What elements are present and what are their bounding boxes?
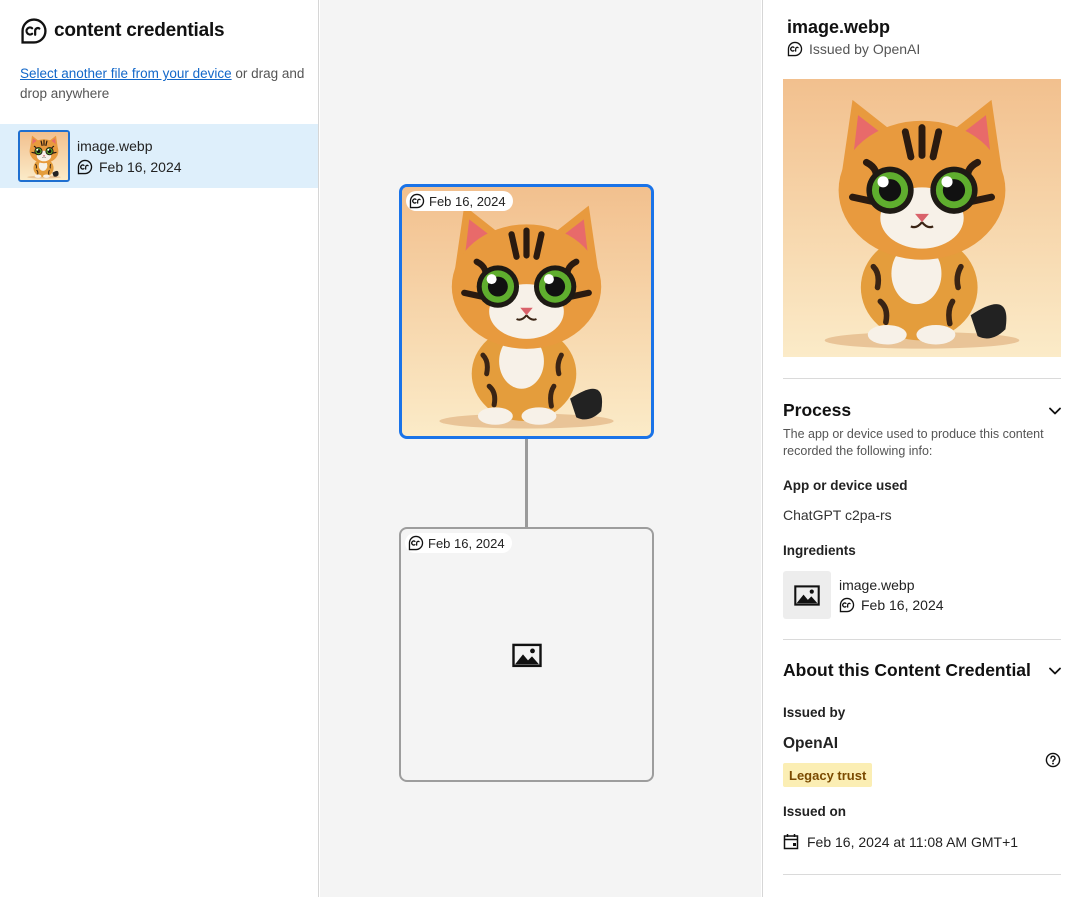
details-preview-image	[783, 79, 1061, 357]
node-date: Feb 16, 2024	[429, 193, 506, 209]
divider	[783, 874, 1061, 875]
app-used-value: ChatGPT c2pa-rs	[783, 507, 892, 523]
calendar-icon	[783, 834, 799, 850]
about-heading: About this Content Credential	[783, 660, 1031, 680]
upload-prompt: Select another file from your device or …	[20, 64, 310, 104]
issuer-text: Issued by OpenAI	[809, 41, 921, 57]
file-list-item[interactable]: image.webp Feb 16, 2024	[0, 124, 318, 188]
help-icon[interactable]	[1045, 752, 1061, 768]
divider	[783, 378, 1061, 379]
process-heading: Process	[783, 400, 852, 420]
ingredients-label: Ingredients	[783, 543, 856, 558]
issued-on-row: Feb 16, 2024 at 11:08 AM GMT+1	[783, 833, 1018, 850]
chevron-down-icon	[1049, 667, 1061, 675]
cr-badge-icon	[787, 41, 803, 57]
sidebar: content credentials Select another file …	[0, 0, 319, 897]
image-placeholder-icon	[794, 585, 820, 606]
ingredient-thumbnail	[783, 571, 831, 619]
cr-badge-icon	[77, 159, 93, 175]
app-title: content credentials	[54, 20, 225, 41]
details-title: image.webp	[787, 17, 891, 37]
graph-node-ingredient[interactable]: Feb 16, 2024	[399, 527, 654, 782]
app-used-label: App or device used	[783, 478, 908, 493]
node-preview-image	[402, 187, 651, 436]
details-panel: image.webp Issued by OpenAI Process The …	[762, 0, 1076, 897]
ingredient-date: Feb 16, 2024	[861, 597, 944, 613]
image-placeholder-icon	[512, 643, 542, 667]
brand-logo[interactable]: content credentials	[20, 17, 225, 45]
issued-by-label: Issued by	[783, 705, 846, 720]
about-section-toggle[interactable]: About this Content Credential	[783, 660, 1061, 681]
file-date: Feb 16, 2024	[99, 158, 182, 175]
select-file-link[interactable]: Select another file from your device	[20, 66, 232, 81]
issued-on-label: Issued on	[783, 804, 847, 819]
provenance-graph: Feb 16, 2024 Feb 16, 2024	[320, 0, 761, 897]
process-section-toggle[interactable]: Process	[783, 400, 1061, 421]
file-thumbnail	[18, 130, 70, 182]
divider	[783, 639, 1061, 640]
legacy-trust-badge: Legacy trust	[783, 763, 873, 787]
cr-badge-icon	[408, 535, 424, 551]
ingredient-item[interactable]: image.webp Feb 16, 2024	[783, 571, 944, 619]
node-date: Feb 16, 2024	[428, 535, 505, 551]
cr-badge-icon	[409, 193, 425, 209]
cr-badge-icon	[839, 597, 855, 613]
node-date-badge: Feb 16, 2024	[405, 533, 512, 553]
process-description: The app or device used to produce this c…	[783, 427, 1044, 458]
file-name: image.webp	[77, 137, 153, 154]
chevron-down-icon	[1049, 407, 1061, 415]
graph-connector	[525, 438, 528, 528]
ingredient-name: image.webp	[839, 577, 915, 593]
cr-logo-icon	[20, 17, 48, 45]
graph-node-current[interactable]: Feb 16, 2024	[399, 184, 654, 439]
node-date-badge: Feb 16, 2024	[406, 191, 513, 211]
issuer-name: OpenAI	[783, 735, 839, 752]
issuer-line: Issued by OpenAI	[787, 41, 920, 57]
issued-on-value: Feb 16, 2024 at 11:08 AM GMT+1	[807, 833, 1019, 850]
